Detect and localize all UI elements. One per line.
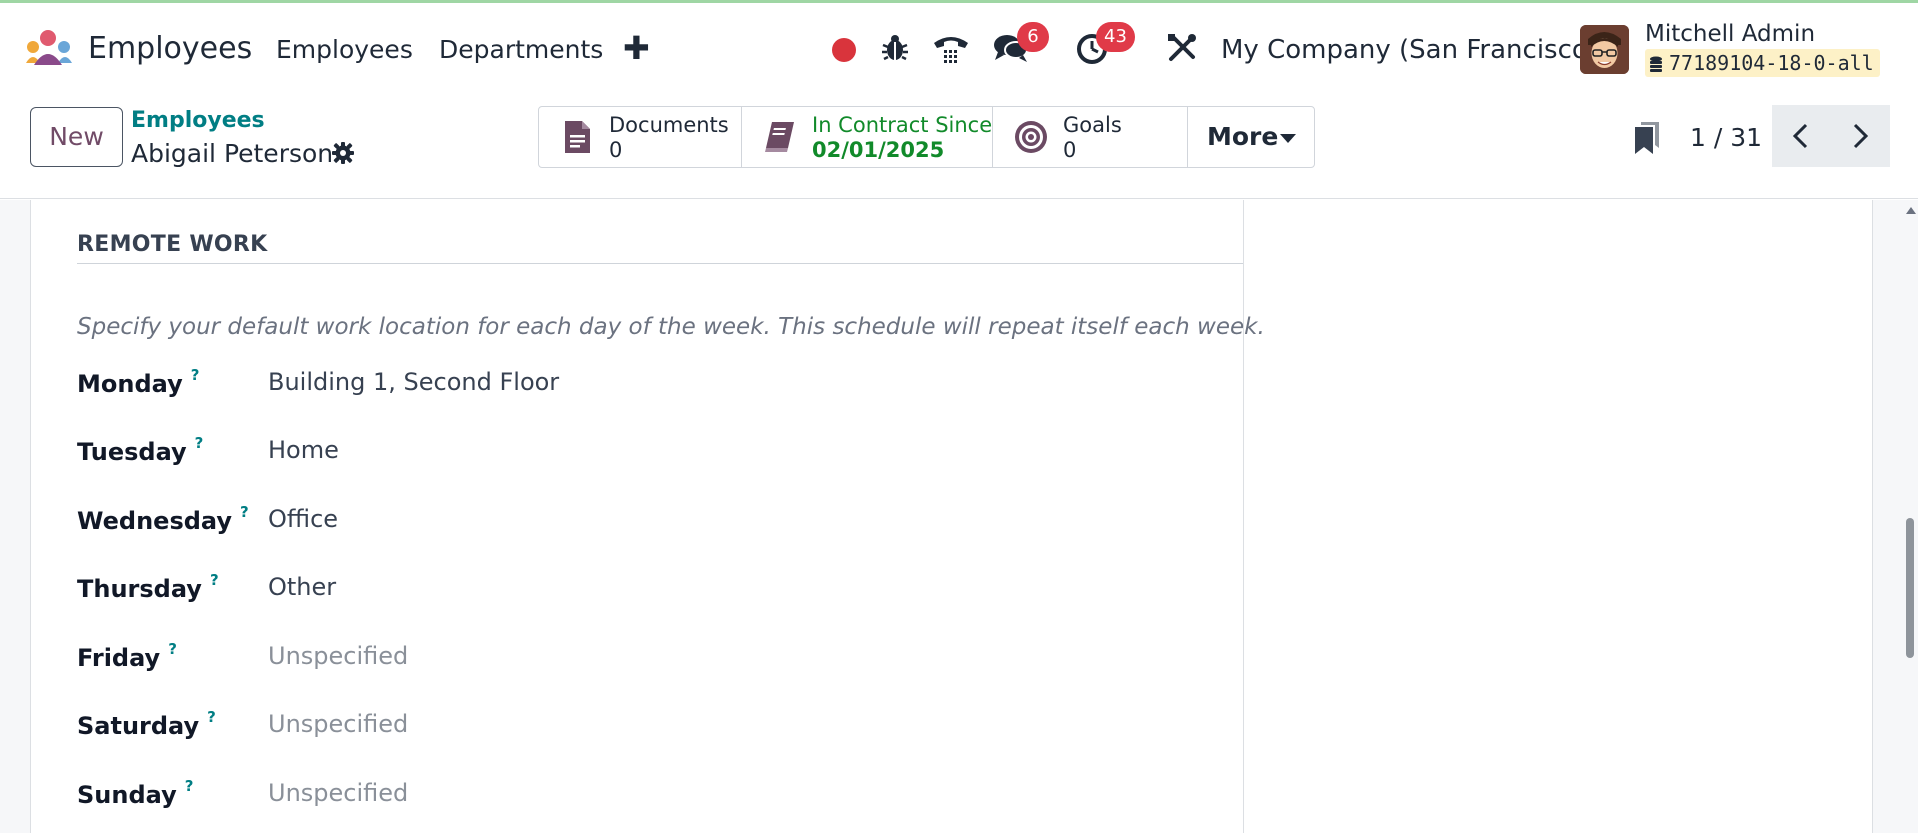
remote-work-hint: Specify your default work location for e… xyxy=(77,314,1265,340)
document-icon xyxy=(565,121,590,153)
monday-location-field[interactable]: Building 1, Second Floor xyxy=(268,368,559,396)
form-sheet: REMOTE WORK Specify your default work lo… xyxy=(30,200,1873,833)
record-icon[interactable] xyxy=(832,38,856,62)
tools-icon[interactable] xyxy=(1165,31,1199,65)
new-button[interactable]: New xyxy=(30,107,123,167)
help-tooltip-icon[interactable]: ? xyxy=(185,777,194,795)
user-avatar[interactable] xyxy=(1580,25,1629,74)
wednesday-location-field[interactable]: Office xyxy=(268,505,338,533)
pager-next-button[interactable] xyxy=(1831,105,1890,167)
more-label: More xyxy=(1207,122,1279,151)
activities-count-badge: 43 xyxy=(1096,22,1135,52)
user-name[interactable]: Mitchell Admin xyxy=(1645,21,1815,47)
help-tooltip-icon[interactable]: ? xyxy=(195,434,204,452)
goals-count: 0 xyxy=(1063,138,1077,162)
pager-previous-button[interactable] xyxy=(1772,105,1831,167)
documents-smart-button[interactable]: Documents 0 xyxy=(539,107,742,167)
phone-icon[interactable] xyxy=(932,31,970,65)
gear-icon[interactable] xyxy=(331,141,355,165)
wednesday-label: Wednesday? xyxy=(77,503,249,535)
bookmark-icon[interactable] xyxy=(1633,121,1661,155)
thursday-location-field[interactable]: Other xyxy=(268,573,336,601)
goals-smart-button[interactable]: Goals 0 xyxy=(993,107,1188,167)
chatter-divider xyxy=(1243,200,1244,833)
chevron-left-icon xyxy=(1792,123,1808,149)
friday-label: Friday? xyxy=(77,640,177,672)
contract-smart-button[interactable]: In Contract Since 02/01/2025 xyxy=(742,107,993,167)
tuesday-location-field[interactable]: Home xyxy=(268,436,339,464)
sunday-location-field[interactable]: Unspecified xyxy=(268,779,408,807)
section-divider xyxy=(77,263,1243,264)
employees-app-icon[interactable] xyxy=(24,29,74,69)
book-icon xyxy=(765,122,794,152)
main-navbar: Employees Employees Departments ✚ 6 43 M… xyxy=(0,3,1918,93)
help-tooltip-icon[interactable]: ? xyxy=(207,708,216,726)
documents-label: Documents xyxy=(609,113,729,137)
form-content: REMOTE WORK Specify your default work lo… xyxy=(0,200,1918,833)
help-tooltip-icon[interactable]: ? xyxy=(168,640,177,658)
company-switcher[interactable]: My Company (San Francisco) xyxy=(1221,35,1598,65)
sunday-label: Sunday? xyxy=(77,777,194,809)
contract-date: 02/01/2025 xyxy=(812,138,945,162)
breadcrumb-employees[interactable]: Employees xyxy=(131,108,265,133)
pager-value[interactable]: 1 / 31 xyxy=(1690,123,1762,152)
goals-label: Goals xyxy=(1063,113,1122,137)
vertical-scrollbar[interactable] xyxy=(1904,200,1918,833)
help-tooltip-icon[interactable]: ? xyxy=(210,571,219,589)
more-button[interactable]: More xyxy=(1188,107,1314,167)
messages-count-badge: 6 xyxy=(1017,22,1049,52)
thursday-label: Thursday? xyxy=(77,571,219,603)
target-icon xyxy=(1015,121,1047,153)
help-tooltip-icon[interactable]: ? xyxy=(240,503,249,521)
new-menu-plus-button[interactable]: ✚ xyxy=(623,29,650,67)
database-name: 77189104-18-0-all xyxy=(1669,51,1874,75)
monday-label: Monday? xyxy=(77,366,200,398)
bug-icon[interactable] xyxy=(878,31,912,65)
smart-buttons: Documents 0 In Contract Since 02/01/2025… xyxy=(538,106,1315,168)
app-name[interactable]: Employees xyxy=(88,31,252,66)
scroll-up-arrow-icon[interactable] xyxy=(1906,207,1916,214)
chevron-right-icon xyxy=(1853,123,1869,149)
menu-departments[interactable]: Departments xyxy=(439,35,603,64)
help-tooltip-icon[interactable]: ? xyxy=(191,366,200,384)
contract-label: In Contract Since xyxy=(812,113,993,137)
caret-down-icon xyxy=(1280,134,1296,143)
control-panel: New Employees Abigail Peterson Documents… xyxy=(0,93,1918,199)
menu-employees[interactable]: Employees xyxy=(276,35,413,64)
remote-work-title: REMOTE WORK xyxy=(77,232,268,257)
database-tag: 77189104-18-0-all xyxy=(1645,49,1880,77)
saturday-location-field[interactable]: Unspecified xyxy=(268,710,408,738)
documents-count: 0 xyxy=(609,138,623,162)
friday-location-field[interactable]: Unspecified xyxy=(268,642,408,670)
database-icon xyxy=(1650,56,1662,72)
tuesday-label: Tuesday? xyxy=(77,434,204,466)
scrollbar-thumb[interactable] xyxy=(1906,518,1914,658)
saturday-label: Saturday? xyxy=(77,708,216,740)
breadcrumb-current-record: Abigail Peterson xyxy=(131,139,334,168)
